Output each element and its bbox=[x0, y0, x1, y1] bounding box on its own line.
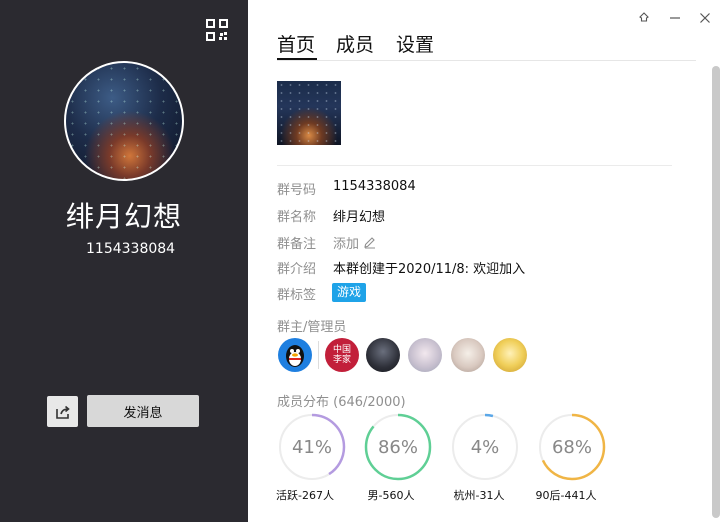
admin-avatar[interactable] bbox=[451, 338, 485, 372]
group-name-title: 绯月幻想 bbox=[65, 200, 182, 233]
admins-divider bbox=[318, 341, 319, 369]
pin-icon[interactable] bbox=[637, 11, 651, 25]
group-name-value: 绯月幻想 bbox=[333, 210, 386, 225]
share-button[interactable] bbox=[47, 396, 78, 427]
tab-home[interactable]: 首页 bbox=[277, 30, 315, 57]
close-icon[interactable] bbox=[698, 11, 712, 25]
admins-title: 群主/管理员 bbox=[277, 320, 347, 335]
distribution-label: 男-560人 bbox=[367, 489, 415, 502]
group-photo-thumbnail[interactable] bbox=[277, 81, 341, 145]
group-intro-value: 本群创建于2020/11/8: 欢迎加入 bbox=[333, 262, 526, 277]
admin-avatar[interactable] bbox=[408, 338, 442, 372]
distribution-ring: 86% bbox=[364, 413, 432, 481]
tab-settings[interactable]: 设置 bbox=[396, 30, 434, 57]
add-remark-button[interactable]: 添加 bbox=[333, 233, 376, 252]
ring-percent: 68% bbox=[551, 436, 592, 458]
edit-pencil-icon bbox=[364, 237, 376, 249]
group-tag-badge[interactable]: 游戏 bbox=[332, 283, 367, 302]
distribution-title: 成员分布 (646/2000) bbox=[277, 395, 406, 410]
qr-code-icon[interactable] bbox=[206, 19, 228, 41]
group-number-text: 1154338084 bbox=[86, 241, 176, 257]
divider bbox=[277, 165, 672, 166]
distribution-label: 90后-441人 bbox=[535, 489, 597, 502]
group-name-label: 群名称 bbox=[277, 210, 317, 225]
ring-percent: 41% bbox=[291, 436, 332, 458]
group-number-value: 1154338084 bbox=[333, 179, 416, 194]
group-intro-label: 群介绍 bbox=[277, 262, 317, 277]
group-tag-label: 群标签 bbox=[277, 288, 317, 303]
admin-avatar[interactable]: 中国 李家 bbox=[325, 338, 359, 372]
admin-avatar[interactable] bbox=[366, 338, 400, 372]
minimize-icon[interactable] bbox=[668, 11, 682, 25]
group-avatar[interactable] bbox=[64, 61, 184, 181]
share-icon bbox=[55, 405, 70, 419]
distribution-ring: 68% bbox=[538, 413, 606, 481]
ring-percent: 86% bbox=[377, 436, 418, 458]
ring-percent: 4% bbox=[470, 436, 500, 458]
scrollbar[interactable] bbox=[712, 66, 720, 518]
group-number-label: 群号码 bbox=[277, 183, 317, 198]
penguin-icon bbox=[286, 345, 304, 367]
add-remark-text: 添加 bbox=[333, 237, 360, 252]
group-profile-panel: 绯月幻想 1154338084 发消息 bbox=[0, 0, 248, 522]
tab-members[interactable]: 成员 bbox=[336, 30, 374, 57]
owner-avatar[interactable] bbox=[278, 338, 312, 372]
admin-avatar[interactable] bbox=[493, 338, 527, 372]
avatar-text-line1: 中国 bbox=[332, 345, 351, 355]
tab-divider bbox=[277, 60, 696, 61]
send-message-button[interactable]: 发消息 bbox=[87, 395, 199, 427]
distribution-ring: 41% bbox=[278, 413, 346, 481]
distribution-label: 活跃-267人 bbox=[276, 489, 334, 502]
group-remark-label: 群备注 bbox=[277, 237, 317, 252]
avatar-text-line2: 李家 bbox=[332, 355, 351, 365]
distribution-label: 杭州-31人 bbox=[453, 489, 505, 502]
distribution-ring: 4% bbox=[451, 413, 519, 481]
